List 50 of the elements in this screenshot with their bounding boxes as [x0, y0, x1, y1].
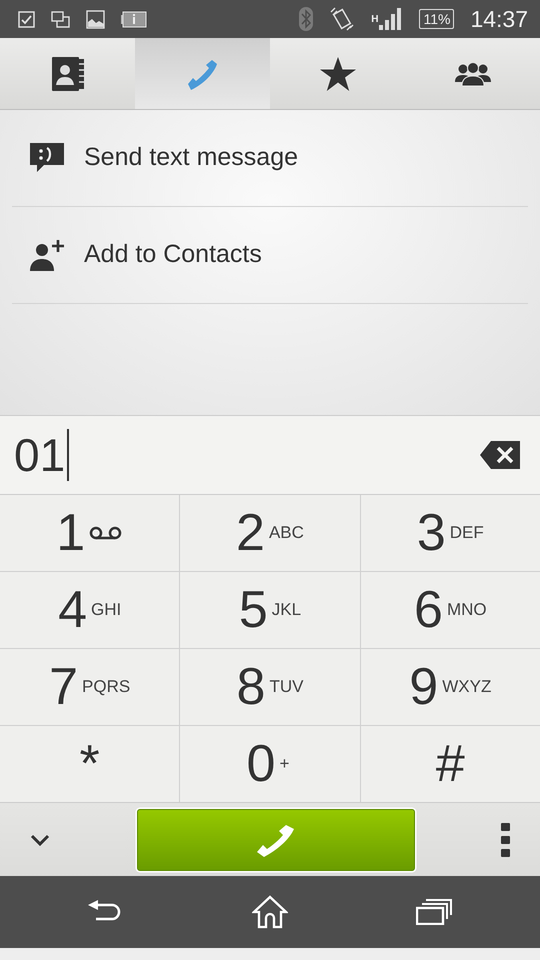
people-icon [454, 62, 492, 86]
key-digit: 9 [409, 661, 438, 713]
battery-level: 11% [419, 9, 454, 29]
info-battery-icon [121, 10, 147, 28]
star-icon [320, 56, 356, 90]
key-letters: WXYZ [442, 676, 492, 698]
key-letters: GHI [91, 599, 122, 622]
key-digit: 2 [236, 507, 265, 559]
key-digit: 7 [49, 661, 78, 713]
key-digit: * [80, 738, 100, 790]
key-letters: MNO [446, 599, 487, 622]
add-contact-icon [30, 239, 64, 271]
dial-key[interactable]: 1 [0, 495, 180, 571]
key-letters: ABC [268, 522, 304, 544]
key-letters: JKL [272, 599, 302, 622]
home-icon [252, 895, 288, 929]
key-letters: TUV [269, 676, 304, 698]
recent-apps-icon [416, 899, 452, 925]
dial-key[interactable]: # [360, 726, 540, 802]
dial-key[interactable]: 0+ [180, 726, 360, 802]
key-digit: 4 [58, 584, 87, 636]
key-digit: 1 [56, 507, 86, 559]
call-button[interactable] [136, 808, 414, 870]
key-letters: DEF [450, 522, 484, 544]
key-digit: 5 [238, 584, 268, 636]
clock: 14:37 [470, 4, 528, 34]
dial-key[interactable]: * [0, 726, 180, 802]
key-digit: 0 [246, 738, 276, 790]
key-digit: 6 [414, 584, 443, 636]
key-digit: 3 [416, 507, 446, 559]
vibrate-icon [329, 6, 356, 32]
network-type: H [371, 13, 378, 27]
key-letters: PQRS [82, 676, 130, 698]
voicemail-icon [89, 526, 124, 540]
image-icon [86, 10, 105, 28]
action-item[interactable]: Send text message [12, 110, 528, 207]
key-digit: 8 [236, 661, 266, 713]
checkbox-icon [18, 10, 35, 28]
action-item[interactable]: Add to Contacts [12, 207, 528, 304]
key-letters: + [279, 753, 290, 776]
number-field[interactable]: 01 [14, 429, 70, 481]
backspace-icon [480, 441, 520, 469]
bluetooth-icon [299, 7, 314, 31]
key-digit: # [436, 738, 465, 790]
address-book-icon [52, 56, 84, 90]
chevron-down-icon [30, 834, 50, 846]
message-icon [30, 143, 64, 173]
windows-icon [51, 10, 70, 28]
overflow-menu-icon [501, 822, 510, 856]
signal-icon [379, 8, 404, 30]
